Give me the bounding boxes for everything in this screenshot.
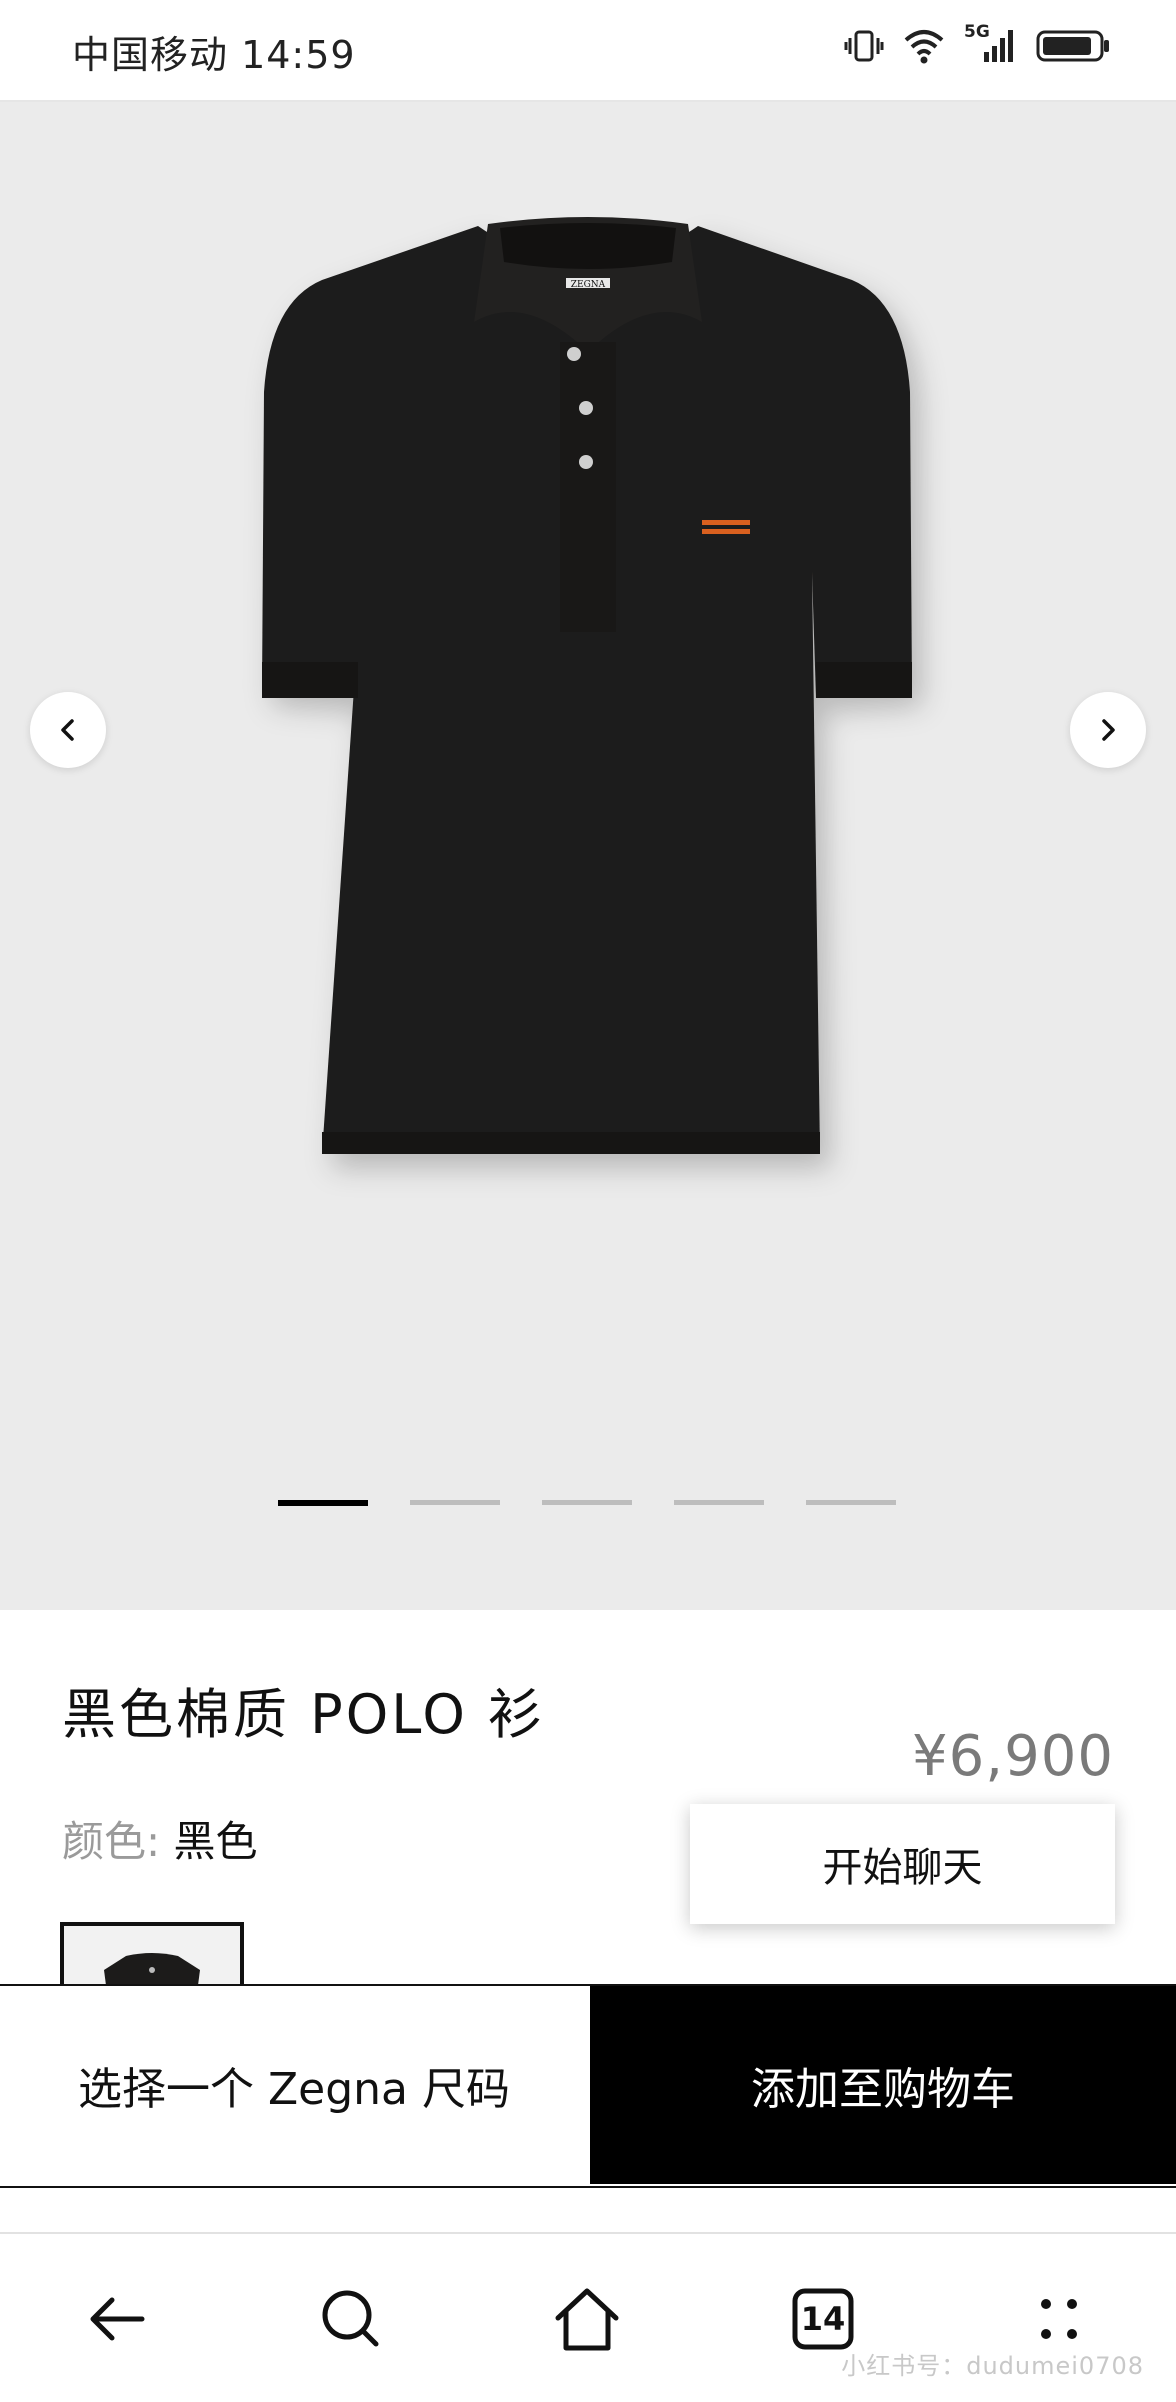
color-value: 黑色 xyxy=(173,1817,258,1866)
product-price: ¥6,900 xyxy=(912,1724,1114,1789)
back-button[interactable] xyxy=(72,2274,162,2364)
back-arrow-icon xyxy=(90,2297,145,2341)
watermark: 小红书号：dudumei0708 xyxy=(841,2352,1144,2380)
product-image: ZEGNA xyxy=(262,217,912,1154)
status-bar: 中国移动 14:59 5G xyxy=(0,0,1176,102)
pagination-dot[interactable] xyxy=(542,1500,632,1505)
pagination-indicator xyxy=(0,1500,1176,1506)
home-button[interactable] xyxy=(542,2274,632,2364)
wifi-icon xyxy=(902,26,946,66)
next-image-button[interactable] xyxy=(1070,692,1146,768)
vibrate-icon xyxy=(844,26,884,66)
select-size-button[interactable]: 选择一个 Zegna 尺码 xyxy=(0,1986,588,2184)
tab-count: 14 xyxy=(800,2300,846,2338)
action-bar: 选择一个 Zegna 尺码 添加至购物车 xyxy=(0,1984,1176,2188)
product-title: 黑色棉质 POLO 衫 xyxy=(62,1683,546,1746)
brand-label: ZEGNA xyxy=(571,280,606,290)
battery-icon xyxy=(1036,26,1112,66)
start-chat-button[interactable]: 开始聊天 xyxy=(690,1804,1115,1924)
search-button[interactable] xyxy=(306,2274,396,2364)
color-row: 颜色: 黑色 xyxy=(62,1808,258,1869)
product-gallery[interactable]: ZEGNA xyxy=(0,102,1176,1610)
search-icon xyxy=(322,2290,379,2347)
color-label: 颜色: xyxy=(62,1817,161,1866)
chevron-right-icon xyxy=(1102,719,1115,741)
pagination-dot[interactable] xyxy=(278,1500,368,1506)
pagination-dot[interactable] xyxy=(674,1500,764,1505)
menu-dots-icon xyxy=(1041,2299,1077,2339)
signal-icon: 5G xyxy=(964,22,1018,66)
home-icon xyxy=(555,2288,619,2351)
add-to-cart-button[interactable]: 添加至购物车 xyxy=(590,1986,1176,2184)
carrier-time: 中国移动 14:59 xyxy=(72,33,356,77)
pagination-dot[interactable] xyxy=(410,1500,500,1505)
pagination-dot[interactable] xyxy=(806,1500,896,1505)
chevron-left-icon xyxy=(61,719,74,741)
status-icons: 5G xyxy=(844,22,1112,66)
previous-image-button[interactable] xyxy=(30,692,106,768)
